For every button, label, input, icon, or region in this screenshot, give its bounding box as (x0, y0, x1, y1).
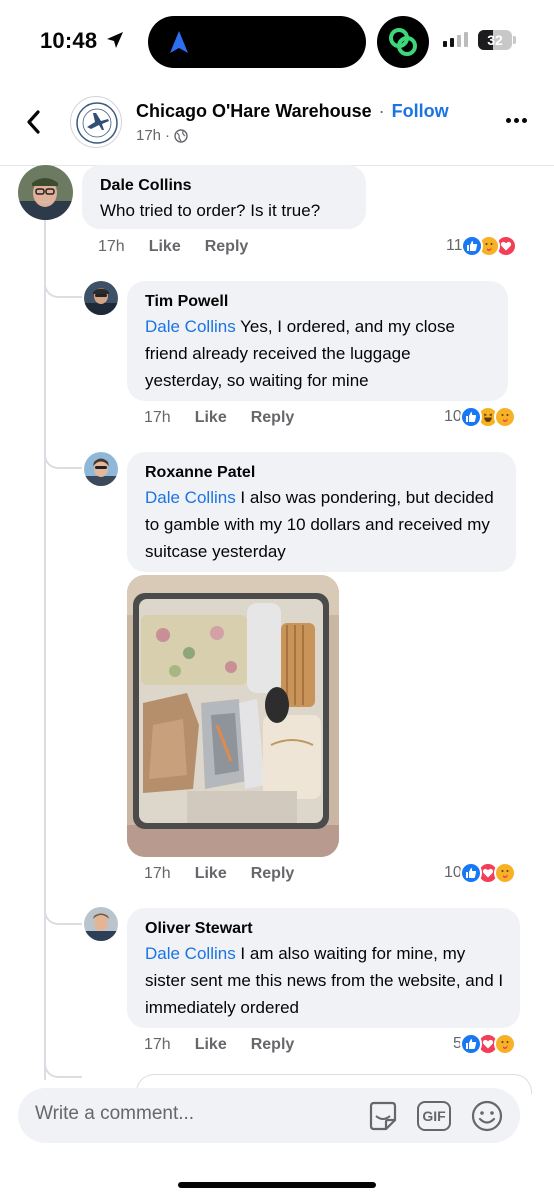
page-name[interactable]: Chicago O'Hare Warehouse (136, 101, 372, 121)
comment-composer[interactable]: Write a comment... GIF (18, 1088, 520, 1143)
sticker-icon[interactable] (364, 1098, 402, 1134)
comment-actions: 17h Like Reply (144, 1036, 294, 1054)
care-icon (493, 1033, 516, 1055)
avatar[interactable] (84, 281, 118, 315)
signal-icon (443, 32, 468, 47)
mention-link[interactable]: Dale Collins (145, 488, 236, 507)
comment-input[interactable]: Write a comment... (35, 1103, 194, 1125)
reply-button[interactable]: Reply (251, 1036, 295, 1054)
comment-bubble: Roxanne Patel Dale Collins I also was po… (127, 452, 516, 572)
comment-bubble: Dale Collins Who tried to order? Is it t… (82, 165, 366, 229)
comment-time[interactable]: 17h (144, 865, 171, 883)
dynamic-island (148, 16, 366, 68)
home-indicator[interactable] (178, 1182, 376, 1188)
activity-indicator (377, 16, 429, 68)
comment-author[interactable]: Tim Powell (145, 291, 492, 313)
post-meta: 17h · (136, 127, 188, 144)
globe-icon (174, 128, 188, 143)
status-bar: 10:48 32 (0, 0, 554, 82)
like-button[interactable]: Like (149, 238, 181, 256)
more-options-icon[interactable] (506, 118, 527, 123)
reply-button[interactable]: Reply (205, 238, 249, 256)
mention-link[interactable]: Dale Collins (145, 317, 236, 336)
gif-button[interactable]: GIF (417, 1101, 451, 1131)
comment-actions: 17h Like Reply (144, 865, 294, 883)
reaction-summary[interactable]: 10 (444, 406, 516, 428)
back-arrow-icon[interactable] (20, 104, 48, 140)
comment-text: Who tried to order? Is it true? (100, 201, 321, 220)
comment-actions: 17h Like Reply (98, 238, 248, 256)
comment-text: Dale Collins I am also waiting for mine,… (145, 944, 504, 1017)
reaction-summary[interactable]: 10 (444, 862, 516, 884)
comment-photo-suitcase[interactable] (127, 575, 339, 857)
comment-actions: 17h Like Reply (144, 409, 294, 427)
page-logo[interactable] (70, 96, 122, 148)
reply-button[interactable]: Reply (251, 409, 295, 427)
comment-text: Dale Collins Yes, I ordered, and my clos… (145, 317, 455, 390)
like-button[interactable]: Like (195, 409, 227, 427)
battery-level: 32 (487, 32, 503, 48)
navigation-arrow-icon (170, 31, 188, 53)
avatar[interactable] (18, 165, 73, 220)
link-icon (389, 28, 417, 56)
like-icon (460, 235, 483, 257)
comment-time[interactable]: 17h (98, 238, 125, 256)
care-icon (493, 406, 516, 428)
gif-label: GIF (422, 1108, 446, 1124)
like-button[interactable]: Like (195, 1036, 227, 1054)
comment-bubble: Oliver Stewart Dale Collins I am also wa… (127, 908, 520, 1028)
like-button[interactable]: Like (195, 865, 227, 883)
post-header: Chicago O'Hare Warehouse · Follow 17h · (0, 82, 554, 166)
battery-icon: 32 (478, 30, 512, 50)
avatar[interactable] (84, 907, 118, 941)
post-time: 17h (136, 127, 162, 144)
thread-line (44, 220, 46, 1080)
reply-button[interactable]: Reply (251, 865, 295, 883)
page-name-row: Chicago O'Hare Warehouse · Follow (136, 101, 449, 121)
like-icon (459, 862, 482, 884)
care-icon (493, 862, 516, 884)
comment-text: Dale Collins I also was pondering, but d… (145, 488, 494, 561)
comment-author[interactable]: Oliver Stewart (145, 918, 504, 940)
location-arrow-icon (107, 32, 123, 48)
like-icon (459, 1033, 482, 1055)
follow-button[interactable]: Follow (392, 101, 449, 121)
status-time: 10:48 (40, 28, 98, 53)
comment-bubble: Tim Powell Dale Collins Yes, I ordered, … (127, 281, 508, 401)
comment-author[interactable]: Roxanne Patel (145, 462, 500, 484)
comment-author[interactable]: Dale Collins (100, 175, 350, 197)
emoji-icon[interactable] (469, 1098, 505, 1134)
reaction-summary[interactable]: 5 (453, 1033, 516, 1055)
comment-time[interactable]: 17h (144, 409, 171, 427)
avatar[interactable] (84, 452, 118, 486)
mention-link[interactable]: Dale Collins (145, 944, 236, 963)
reaction-summary[interactable]: 11 (446, 235, 517, 257)
comment-time[interactable]: 17h (144, 1036, 171, 1054)
airplane-logo-icon (76, 102, 118, 144)
like-icon (459, 406, 482, 428)
